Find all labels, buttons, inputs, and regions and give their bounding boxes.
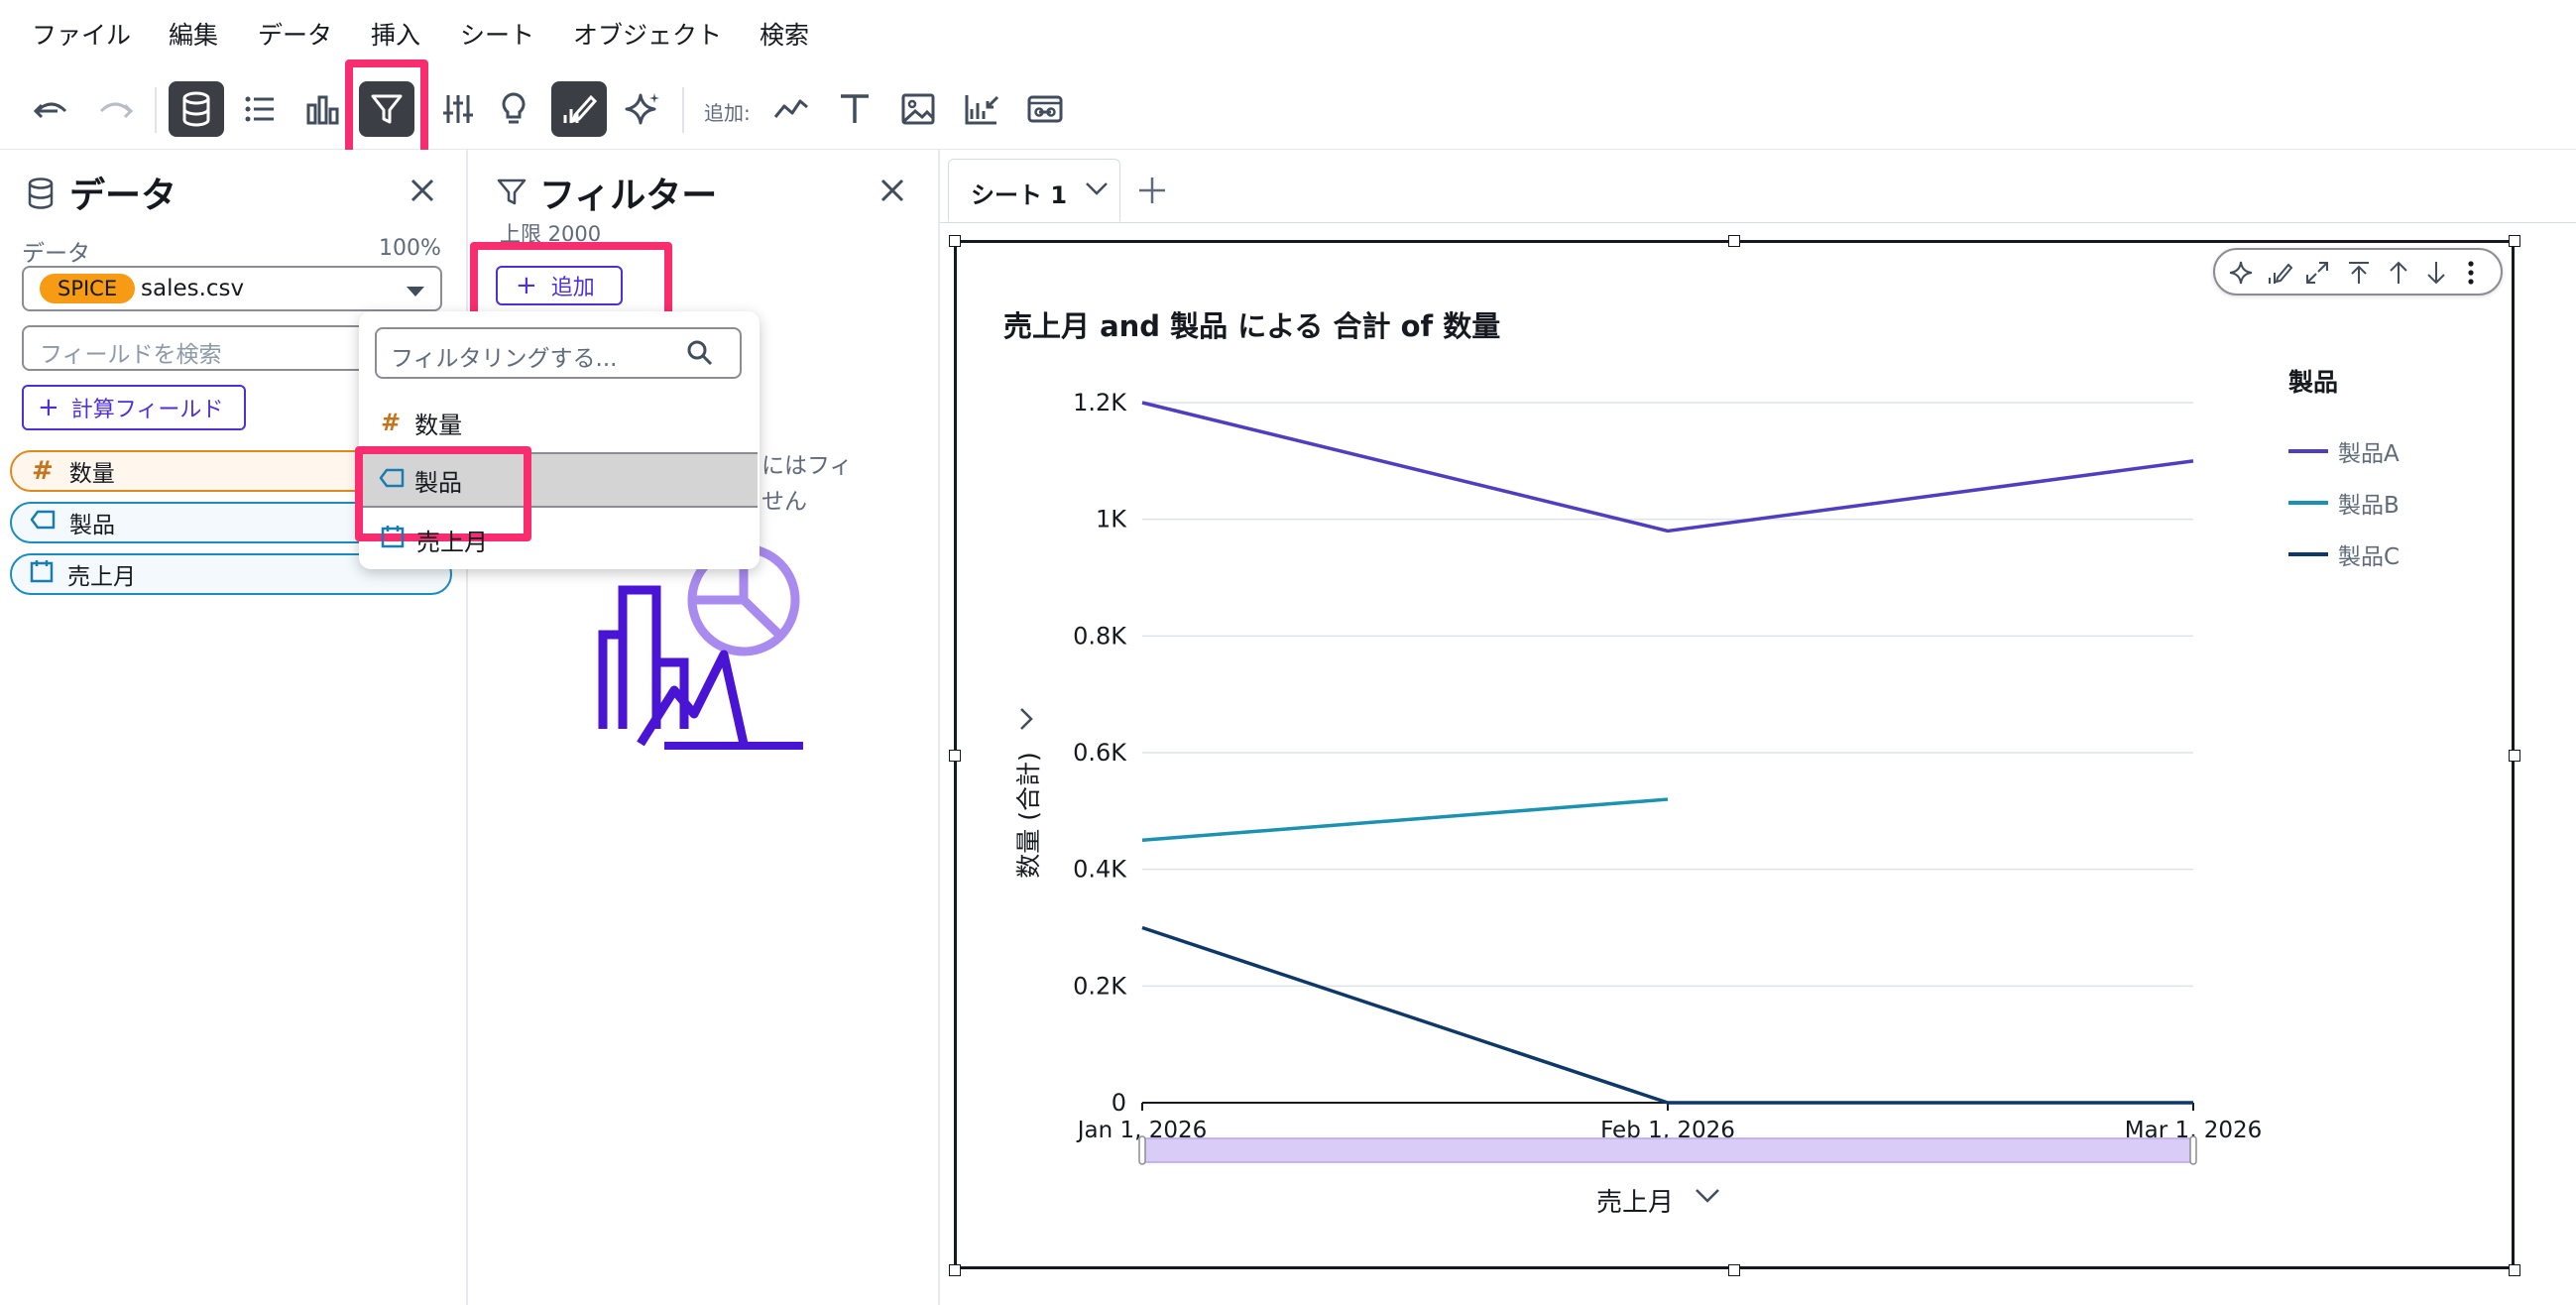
- y-tick-label: 0.6K: [1073, 739, 1127, 767]
- legend-swatch: [2288, 552, 2328, 556]
- legend-swatch: [2288, 501, 2328, 505]
- range-handle-left: [1138, 1135, 1146, 1165]
- y-tick-label: 1.2K: [1073, 389, 1127, 416]
- legend-label: 製品B: [2338, 493, 2400, 519]
- y-tick-label: 0.2K: [1073, 972, 1127, 1000]
- legend-swatch: [2288, 449, 2328, 453]
- series-line-c: [1141, 925, 2193, 1105]
- legend-item-a[interactable]: 製品A: [2288, 434, 2400, 468]
- y-tick-label: 0.4K: [1073, 856, 1127, 884]
- x-axis-range-bar: [1141, 1137, 2194, 1163]
- legend-label: 製品A: [2338, 441, 2400, 467]
- series-line-b: [1141, 797, 1669, 842]
- line-chart: 00.2K0.4K0.6K0.8K1K1.2KJan 1, 2026 Feb 1,…: [1073, 389, 2262, 1165]
- range-handle-right: [2189, 1135, 2197, 1165]
- legend-item-c[interactable]: 製品C: [2288, 537, 2400, 571]
- y-tick-label: 0.8K: [1073, 622, 1127, 650]
- legend-item-b[interactable]: 製品B: [2288, 486, 2400, 520]
- series-line-a: [1141, 401, 2194, 534]
- legend-title: 製品: [2288, 368, 2339, 397]
- y-tick-label: 1K: [1096, 506, 1127, 534]
- legend-label: 製品C: [2338, 544, 2400, 570]
- y-tick-label: 0: [1112, 1089, 1126, 1117]
